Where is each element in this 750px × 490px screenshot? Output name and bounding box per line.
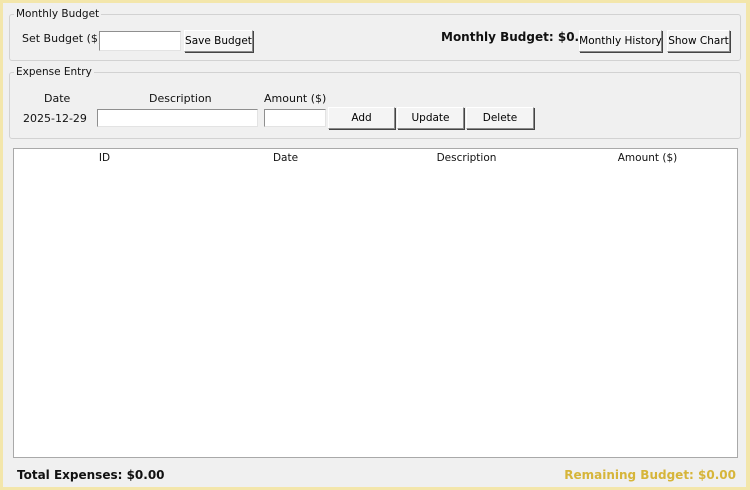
monthly-budget-display: Monthly Budget: $0.00	[441, 30, 596, 44]
expense-table[interactable]: ID Date Description Amount ($)	[13, 148, 738, 458]
delete-button[interactable]: Delete	[466, 107, 534, 129]
add-button[interactable]: Add	[328, 107, 395, 129]
total-expenses-label: Total Expenses: $0.00	[17, 468, 165, 482]
amount-label: Amount ($)	[264, 92, 327, 105]
column-header-amount[interactable]: Amount ($)	[557, 152, 738, 164]
description-input[interactable]	[97, 109, 258, 127]
monthly-history-button[interactable]: Monthly History	[579, 30, 662, 52]
expense-entry-group-title: Expense Entry	[14, 66, 94, 78]
remaining-budget-label: Remaining Budget: $0.00	[564, 468, 736, 482]
show-chart-button[interactable]: Show Chart	[667, 30, 730, 52]
update-button[interactable]: Update	[397, 107, 464, 129]
amount-input[interactable]	[264, 109, 326, 127]
description-label: Description	[149, 92, 212, 105]
date-value[interactable]: 2025-12-29	[23, 112, 87, 125]
app-window: Monthly Budget Set Budget ($): Save Budg…	[3, 3, 746, 487]
monthly-budget-group: Monthly Budget Set Budget ($): Save Budg…	[9, 8, 741, 61]
monthly-budget-group-title: Monthly Budget	[14, 8, 102, 20]
column-header-id[interactable]: ID	[14, 152, 195, 164]
set-budget-label: Set Budget ($):	[22, 32, 106, 45]
column-header-date[interactable]: Date	[195, 152, 376, 164]
save-budget-button[interactable]: Save Budget	[184, 30, 253, 52]
date-label: Date	[44, 92, 71, 105]
expense-entry-group: Expense Entry Date Description Amount ($…	[9, 66, 741, 139]
column-header-description[interactable]: Description	[376, 152, 557, 164]
budget-input[interactable]	[99, 31, 181, 51]
